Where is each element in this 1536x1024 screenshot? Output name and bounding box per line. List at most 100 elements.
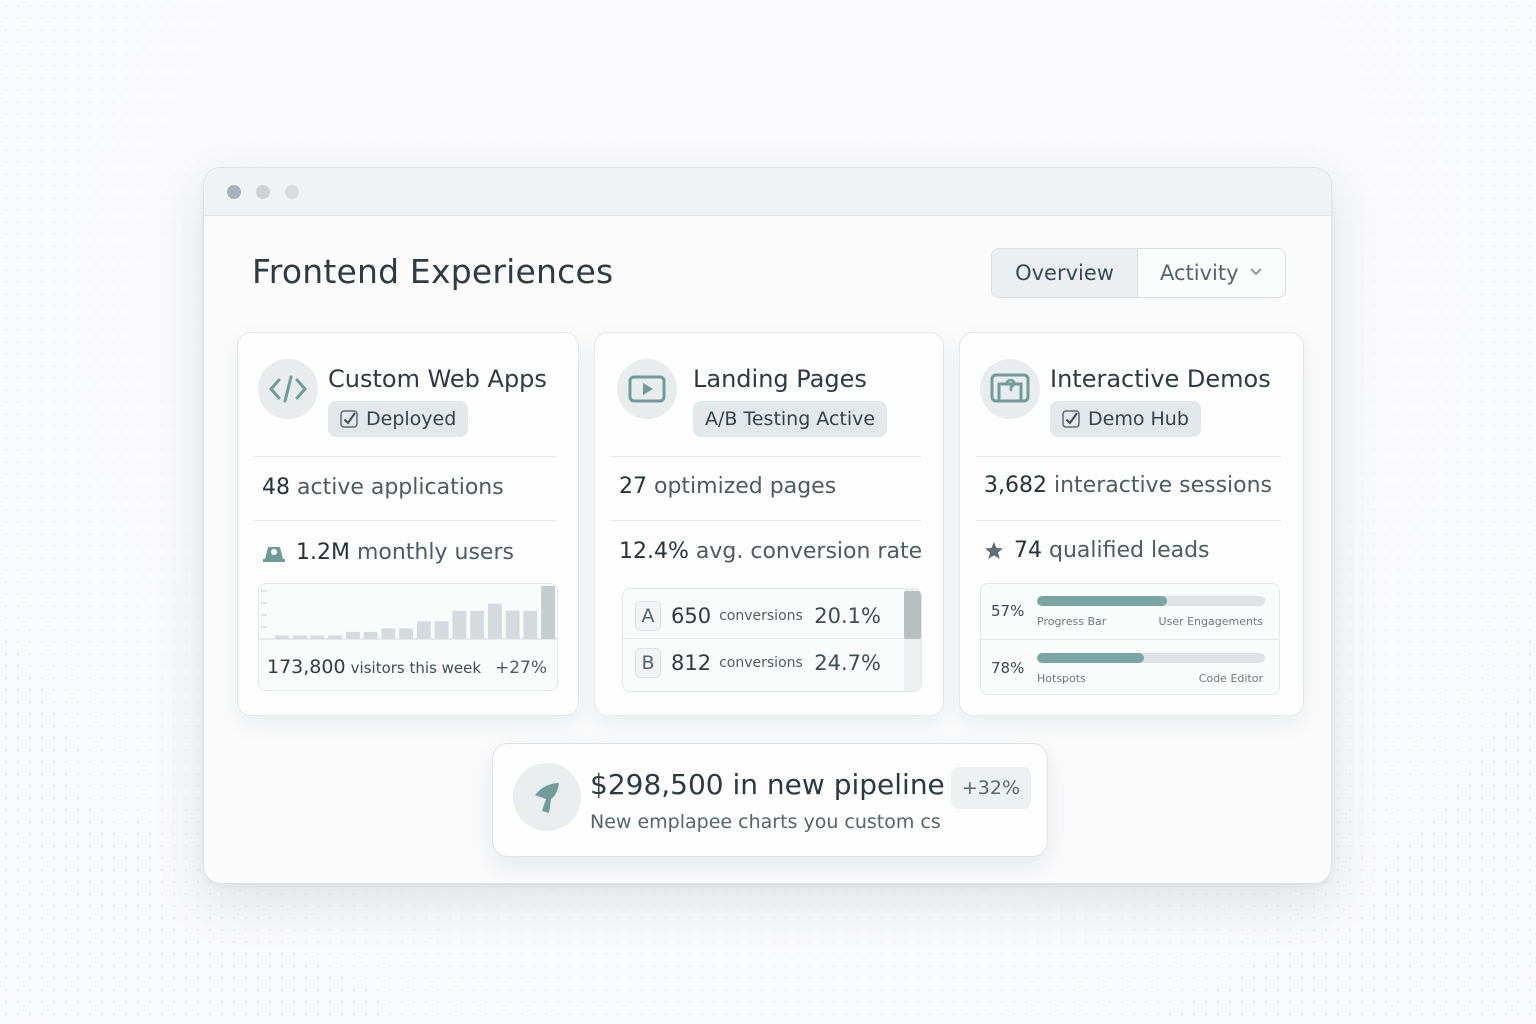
chart-bar	[310, 635, 325, 639]
progress-track	[1037, 596, 1265, 606]
progress-percent: 78%	[991, 659, 1025, 677]
chart-bar	[470, 610, 485, 639]
card-landing-pages[interactable]: Landing Pages A/B Testing Active 27 opti…	[594, 332, 944, 716]
card-title: Custom Web Apps	[328, 365, 547, 393]
visitors-bar-chart	[259, 586, 557, 640]
progress-left-label: Hotspots	[1037, 672, 1086, 685]
users-icon	[263, 546, 285, 562]
pipeline-card[interactable]: $298,500 in new pipeline New emplapee ch…	[492, 743, 1048, 857]
chart-bar	[363, 631, 378, 639]
card-custom-web-apps[interactable]: Custom Web Apps Deployed 48 active appli…	[237, 332, 579, 716]
stat-label: interactive sessions	[1053, 473, 1273, 498]
stat-conversion-rate: 12.4% avg. conversion rate	[619, 539, 922, 564]
progress-percent: 57%	[991, 602, 1025, 620]
card-title: Interactive Demos	[1050, 365, 1271, 393]
variant-conversions-label: conversions	[719, 655, 803, 671]
visitors-count: 173,800	[267, 656, 346, 678]
stat-label: monthly users	[356, 540, 514, 565]
pipeline-title: $298,500 in new pipeline	[590, 768, 945, 801]
chart-bar	[487, 603, 502, 639]
ab-variant-row[interactable]: B 812 conversions 24.7%	[623, 640, 905, 686]
stat-value: 1.2M	[296, 540, 350, 565]
play-icon	[617, 359, 677, 419]
window-titlebar	[204, 168, 1331, 216]
stat-label: active applications	[297, 475, 504, 500]
ab-test-panel: A 650 conversions 20.1% B 812 conversion…	[622, 588, 922, 692]
variant-conversions: 650	[671, 603, 712, 628]
variant-letter: B	[635, 648, 661, 678]
chart-bar	[523, 610, 538, 639]
window-minimize-dot[interactable]	[256, 185, 270, 199]
code-icon	[258, 359, 318, 419]
variant-letter: A	[635, 600, 661, 631]
stat-value: 27	[619, 474, 647, 499]
chart-bar	[399, 628, 414, 639]
card-title: Landing Pages	[693, 365, 867, 393]
window-close-dot[interactable]	[227, 185, 241, 199]
visitors-chart-panel: 173,800 visitors this week +27%	[258, 583, 558, 691]
arrow-up-icon	[513, 763, 581, 831]
chart-bar	[505, 610, 520, 639]
stat-optimized-pages: 27 optimized pages	[619, 474, 836, 499]
visitors-change: +27%	[494, 658, 547, 678]
star-icon	[985, 541, 1003, 559]
demo-icon	[980, 359, 1040, 419]
ab-scrollbar-thumb[interactable]	[904, 591, 921, 639]
progress-right-label: Code Editor	[1198, 672, 1263, 685]
window-maximize-dot[interactable]	[285, 185, 299, 199]
stat-active-applications: 48 active applications	[262, 475, 504, 500]
ab-variant-row[interactable]: A 650 conversions 20.1%	[623, 593, 905, 639]
divider	[254, 456, 556, 457]
status-badge-label: Demo Hub	[1088, 408, 1189, 430]
stat-value: 12.4%	[619, 539, 689, 564]
ab-scrollbar[interactable]	[904, 589, 921, 691]
tab-activity[interactable]: Activity	[1138, 249, 1285, 297]
status-badge: Deployed	[328, 401, 469, 437]
divider	[976, 520, 1281, 521]
progress-fill	[1037, 653, 1145, 663]
stat-qualified-leads: 74 qualified leads	[984, 538, 1210, 563]
chart-bar	[328, 635, 343, 639]
engagement-progress-panel: 57% Progress Bar User Engagements 78% Ho…	[980, 583, 1280, 695]
divider	[611, 520, 921, 521]
page-title: Frontend Experiences	[252, 252, 614, 291]
chart-bar	[274, 635, 289, 639]
chart-bar	[345, 631, 360, 639]
app-window: Frontend Experiences Overview Activity C…	[203, 167, 1332, 884]
variant-rate: 20.1%	[814, 603, 881, 628]
stat-value: 48	[262, 475, 290, 500]
divider	[611, 456, 921, 457]
stat-label: avg. conversion rate	[695, 539, 923, 564]
variant-conversions-label: conversions	[719, 607, 803, 624]
progress-fill	[1037, 596, 1167, 606]
variant-rate: 24.7%	[814, 651, 881, 675]
pipeline-change-badge: +32%	[950, 767, 1031, 809]
visitors-label: visitors this week	[350, 659, 482, 677]
pipeline-subtitle: New emplapee charts you custom cs	[590, 811, 941, 833]
status-badge-label: A/B Testing Active	[705, 408, 876, 430]
chart-bar	[452, 610, 467, 639]
stat-monthly-users: 1.2M monthly users	[262, 540, 514, 565]
status-badge: A/B Testing Active	[693, 401, 888, 437]
stat-label: qualified leads	[1049, 538, 1210, 563]
chart-bar	[541, 586, 556, 639]
status-badge-label: Deployed	[366, 408, 457, 430]
chart-footer: 173,800 visitors this week +27%	[267, 656, 547, 678]
chart-bar	[416, 621, 431, 639]
progress-left-label: Progress Bar	[1037, 615, 1107, 628]
progress-right-label: User Engagements	[1158, 615, 1263, 628]
chart-bar	[292, 635, 307, 639]
status-badge: Demo Hub	[1050, 401, 1201, 437]
stat-value: 3,682	[984, 473, 1047, 498]
divider	[976, 456, 1281, 457]
tab-overview[interactable]: Overview	[992, 249, 1138, 297]
view-switcher: Overview Activity	[991, 248, 1286, 298]
stat-label: optimized pages	[654, 474, 837, 499]
card-interactive-demos[interactable]: Interactive Demos Demo Hub 3,682 interac…	[959, 332, 1304, 716]
tab-activity-label: Activity	[1160, 261, 1239, 285]
check-icon	[1062, 410, 1080, 428]
chart-bar	[381, 628, 396, 639]
stat-interactive-sessions: 3,682 interactive sessions	[984, 473, 1272, 498]
divider	[254, 520, 556, 521]
chart-bar	[434, 621, 449, 639]
